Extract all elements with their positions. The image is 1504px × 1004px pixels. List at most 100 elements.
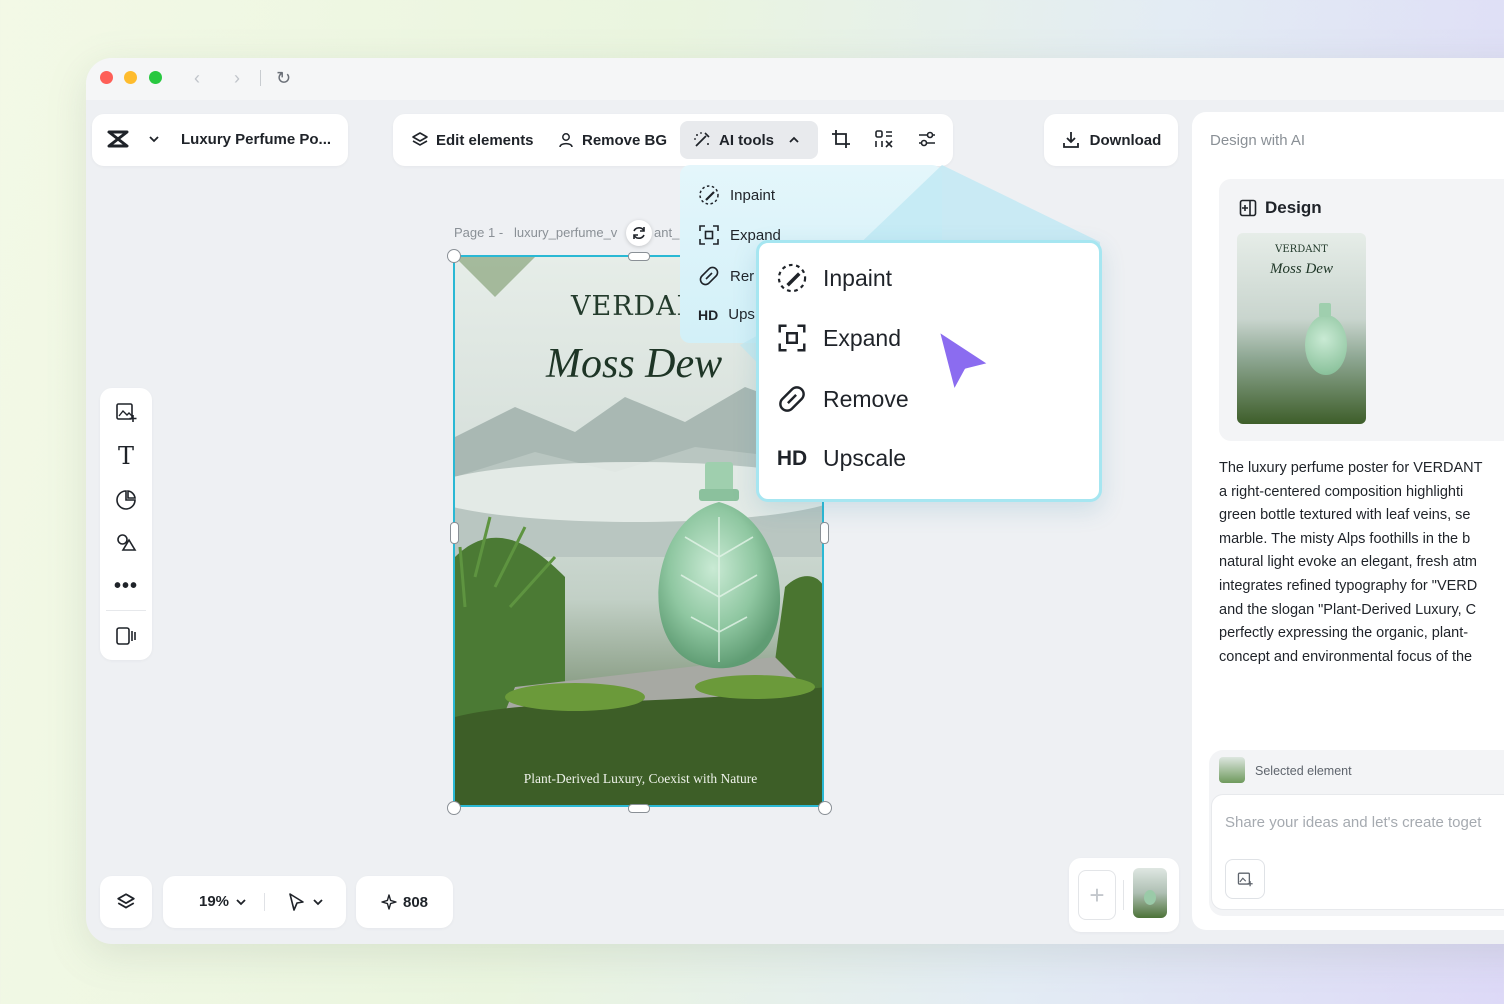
pointer-mode-select[interactable]: [287, 892, 324, 912]
scan-grid-icon[interactable]: [874, 129, 894, 149]
page-label-tail: ant_: [654, 225, 680, 240]
document-title[interactable]: Luxury Perfume Po...: [181, 131, 331, 148]
prompt-input-box[interactable]: Share your ideas and let's create toget: [1211, 794, 1504, 910]
shapes-icon[interactable]: [114, 531, 138, 555]
description-line: The luxury perfume poster for VERDANT: [1219, 460, 1483, 476]
text-tool-icon[interactable]: T: [114, 442, 138, 470]
chevron-down-icon[interactable]: [148, 133, 160, 145]
window-chrome: ‹ › ↻: [86, 58, 1504, 100]
remove-bg-button[interactable]: Remove BG: [557, 114, 667, 166]
pointer-cursor-icon: [936, 328, 992, 394]
minimize-window-button[interactable]: [124, 71, 137, 84]
inpaint-brush-icon: [775, 262, 809, 294]
panel-toggle-icon[interactable]: [114, 624, 138, 648]
download-icon: [1062, 132, 1079, 148]
resize-handle-sw[interactable]: [447, 801, 461, 815]
page-thumbnails: +: [1069, 858, 1179, 932]
selected-element-thumb: [1219, 757, 1245, 783]
zoom-value: 19%: [199, 893, 230, 910]
edit-elements-label: Edit elements: [436, 131, 534, 149]
remove-bg-label: Remove BG: [582, 131, 668, 149]
expand-icon: [775, 323, 809, 353]
design-description: The luxury perfume poster for VERDANT a …: [1219, 457, 1504, 669]
zoomed-item-inpaint-label: Inpaint: [823, 264, 893, 291]
layers-button[interactable]: [100, 876, 152, 928]
chevron-down-icon: [313, 899, 323, 906]
prompt-input[interactable]: Share your ideas and let's create toget: [1225, 814, 1481, 831]
zoomed-item-inpaint[interactable]: Inpaint: [775, 262, 892, 294]
add-image-icon: [1237, 872, 1253, 887]
attach-image-button[interactable]: [1225, 859, 1265, 899]
edit-elements-button[interactable]: Edit elements: [411, 114, 534, 166]
rail-divider: [106, 610, 146, 611]
panel-header: Design with AI: [1210, 132, 1306, 149]
description-line: and the slogan "Plant-Derived Luxury, C: [1219, 601, 1477, 618]
thumb-title: Moss Dew: [1270, 261, 1333, 277]
nav-divider: [260, 70, 261, 86]
thumb-bottle: [1144, 890, 1156, 905]
resize-handle-n[interactable]: [628, 252, 650, 261]
description-line: concept and environmental focus of the: [1219, 648, 1473, 665]
resize-handle-w[interactable]: [450, 522, 459, 544]
layers-icon: [412, 132, 428, 146]
design-icon: [1239, 199, 1257, 217]
poster-slogan: Plant-Derived Luxury, Coexist with Natur…: [523, 771, 758, 786]
thumb-divider: [1123, 880, 1124, 910]
description-line: integrates refined typography for "VERD: [1219, 577, 1478, 594]
close-window-button[interactable]: [100, 71, 113, 84]
more-icon[interactable]: •••: [114, 574, 138, 598]
description-line: marble. The misty Alps foothills in the …: [1219, 530, 1471, 547]
description-line: a right-centered composition highlighti: [1219, 483, 1464, 500]
app-window: ‹ › ↻ Luxury Perfume Po... Edit elements…: [86, 58, 1504, 944]
project-header: Luxury Perfume Po...: [92, 114, 348, 166]
add-page-icon[interactable]: +: [1078, 870, 1116, 920]
resize-handle-s[interactable]: [628, 804, 650, 813]
adjust-sliders-icon[interactable]: [917, 129, 937, 149]
zoomed-item-upscale[interactable]: HD Upscale: [775, 445, 906, 472]
thumb-brand: VERDANT: [1275, 244, 1328, 255]
add-image-icon[interactable]: [114, 400, 138, 424]
design-thumbnail[interactable]: VERDANT Moss Dew: [1237, 233, 1366, 424]
zoomed-item-remove-label: Remove: [823, 385, 909, 412]
resize-handle-se[interactable]: [818, 801, 832, 815]
zoom-select[interactable]: 19%: [199, 893, 247, 910]
back-arrow-icon[interactable]: ‹: [194, 68, 200, 89]
left-tool-rail: T •••: [100, 388, 152, 660]
description-line: perfectly expressing the organic, plant-: [1219, 625, 1469, 642]
design-ai-panel: Design with AI Design VERDANT Moss Dew T…: [1192, 112, 1504, 930]
ai-tools-label: AI tools: [719, 131, 774, 149]
chevron-down-icon: [236, 898, 246, 905]
rotate-icon[interactable]: [626, 220, 652, 246]
page-thumbnail[interactable]: [1133, 868, 1167, 918]
ai-tools-zoomed-menu: Inpaint Expand Remove HD Upscale: [756, 240, 1102, 502]
credits-button[interactable]: 808: [356, 876, 453, 928]
crop-icon[interactable]: [831, 129, 851, 149]
zoomed-item-expand-label: Expand: [823, 324, 902, 351]
resize-handle-e[interactable]: [820, 522, 829, 544]
download-button[interactable]: Download: [1044, 114, 1178, 166]
ai-tools-button[interactable]: AI tools: [680, 121, 818, 159]
resize-handle-nw[interactable]: [447, 249, 461, 263]
credits-count: 808: [402, 893, 429, 911]
chevron-up-icon: [789, 136, 799, 143]
design-card: Design VERDANT Moss Dew: [1219, 179, 1504, 441]
download-label: Download: [1089, 131, 1162, 149]
description-line: natural light evoke an elegant, fresh at…: [1219, 554, 1477, 571]
pointer-arrow-icon: [289, 893, 304, 911]
design-label: Design: [1239, 198, 1322, 218]
thumb-bottle-cap: [1319, 303, 1331, 317]
selected-element-label: Selected element: [1255, 764, 1352, 778]
sparkle-icon: [381, 894, 397, 910]
capcut-logo-icon[interactable]: [106, 128, 132, 150]
thumb-bottle: [1305, 315, 1347, 375]
zoomed-item-remove[interactable]: Remove: [775, 384, 909, 414]
forward-arrow-icon[interactable]: ›: [234, 68, 240, 89]
zoomed-item-expand[interactable]: Expand: [775, 323, 901, 353]
zoom-divider: [264, 893, 265, 911]
maximize-window-button[interactable]: [149, 71, 162, 84]
prompt-area: Selected element Share your ideas and le…: [1209, 750, 1504, 916]
reload-icon[interactable]: ↻: [276, 68, 291, 89]
hd-icon: HD: [776, 446, 808, 470]
sticker-icon[interactable]: [114, 488, 138, 512]
design-label-text: Design: [1265, 198, 1322, 217]
